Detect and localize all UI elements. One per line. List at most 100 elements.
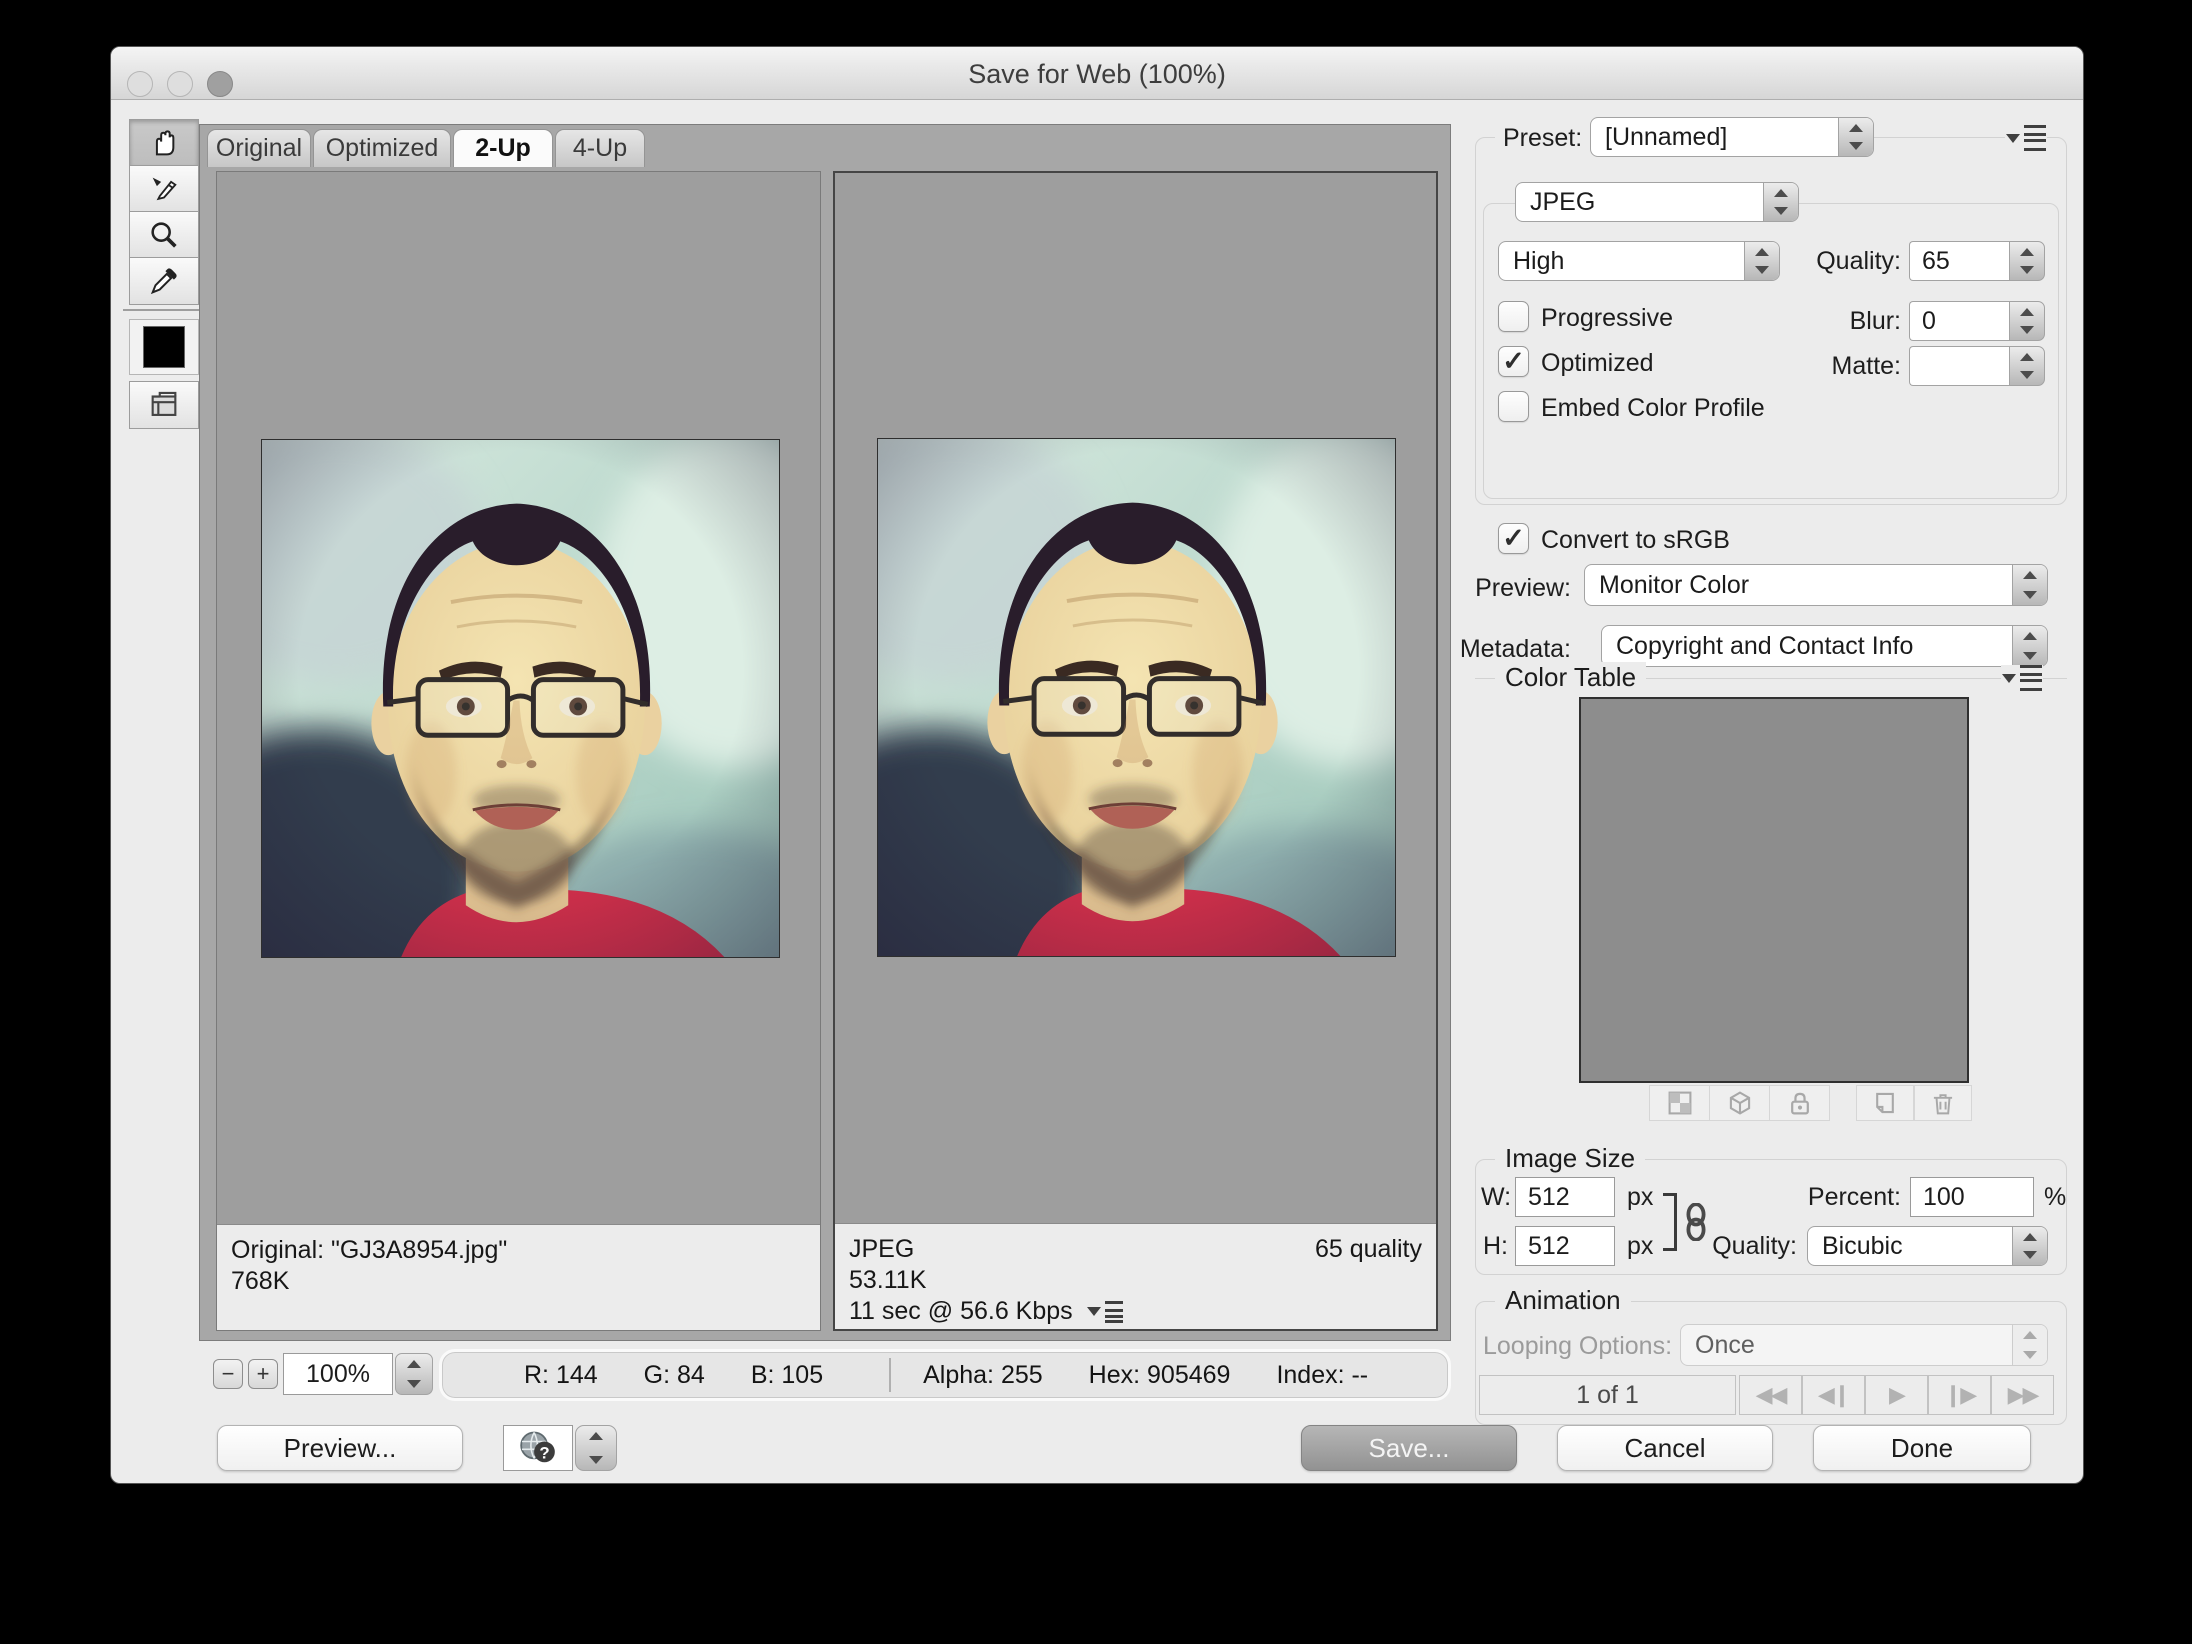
original-canvas[interactable] [217, 172, 820, 1224]
matte-stepper-field[interactable] [1909, 346, 2045, 386]
height-field[interactable]: 512 [1515, 1226, 1615, 1266]
percent-unit: % [2044, 1183, 2066, 1212]
preview-button-label: Preview... [284, 1433, 397, 1464]
stepper-arrows-icon [575, 1425, 617, 1471]
eyedropper-tool-button[interactable] [129, 257, 199, 305]
cancel-button-label: Cancel [1625, 1433, 1706, 1464]
previous-frame-button[interactable]: ◀❙ [1802, 1375, 1865, 1415]
done-button[interactable]: Done [1813, 1425, 2031, 1471]
map-transparency-button[interactable] [1649, 1085, 1710, 1121]
width-field[interactable]: 512 [1515, 1177, 1615, 1217]
matte-label: Matte: [1751, 352, 1901, 381]
preview-mode-dropdown[interactable]: Monitor Color [1584, 564, 2048, 606]
original-preview-pane[interactable]: Original: "GJ3A8954.jpg" 768K [216, 171, 821, 1331]
convert-srgb-checkbox[interactable]: ✓ [1498, 523, 1529, 554]
optimized-preview-pane[interactable]: JPEG 65 quality 53.11K 11 sec @ 56.6 Kbp… [833, 171, 1438, 1331]
quality-stepper-field[interactable]: 65 [1909, 241, 2045, 281]
optimized-canvas[interactable] [835, 173, 1436, 1223]
metadata-dropdown[interactable]: Copyright and Contact Info [1601, 625, 2048, 667]
optimized-checkbox[interactable]: ✓ [1498, 346, 1529, 377]
plus-glyph: + [257, 1361, 270, 1387]
metadata-value: Copyright and Contact Info [1602, 626, 2012, 666]
percent-value: 100 [1923, 1183, 1965, 1212]
original-filesize: 768K [231, 1266, 806, 1297]
zoom-in-button[interactable]: + [248, 1359, 278, 1389]
next-frame-button[interactable]: ❙▶ [1928, 1375, 1991, 1415]
resample-quality-label: Quality: [1667, 1232, 1797, 1261]
optimized-download-time: 11 sec @ 56.6 Kbps [849, 1296, 1073, 1327]
new-color-button[interactable] [1856, 1085, 1914, 1121]
web-shift-color-button[interactable] [1709, 1085, 1770, 1121]
cancel-button[interactable]: Cancel [1557, 1425, 1773, 1471]
tab-original[interactable]: Original [207, 129, 311, 167]
save-for-web-window: Save for Web (100%) [110, 46, 2084, 1484]
color-table-swatches[interactable] [1579, 697, 1969, 1083]
zoom-level-stepper[interactable] [395, 1353, 431, 1395]
hand-tool-button[interactable] [129, 119, 199, 167]
readout-green: G: 84 [644, 1361, 705, 1390]
download-speed-menu-icon[interactable] [1087, 1301, 1123, 1323]
eyedropper-color-swatch[interactable] [129, 319, 199, 375]
browser-globe-icon: ? [516, 1429, 560, 1467]
height-value: 512 [1528, 1232, 1570, 1261]
compression-dropdown[interactable]: High [1498, 241, 1780, 281]
preset-dropdown[interactable]: [Unnamed] [1590, 117, 1874, 157]
progressive-checkbox[interactable] [1498, 301, 1529, 332]
tab-optimized[interactable]: Optimized [313, 129, 451, 167]
quality-label: Quality: [1751, 247, 1901, 276]
play-button[interactable]: ▶ [1865, 1375, 1928, 1415]
lock-icon [1787, 1090, 1813, 1116]
zoom-out-button[interactable]: − [213, 1359, 243, 1389]
preview-mode-label: Preview: [1441, 574, 1571, 603]
frame-counter-value: 1 of 1 [1576, 1381, 1639, 1410]
svg-text:?: ? [539, 1443, 549, 1462]
optimized-quality-note: 65 quality [1315, 1234, 1422, 1265]
preset-value: [Unnamed] [1591, 118, 1838, 156]
tab-4up-label: 4-Up [573, 134, 627, 163]
width-value: 512 [1528, 1183, 1570, 1212]
color-table-panel-menu-icon[interactable] [2001, 665, 2043, 691]
first-frame-button[interactable]: ◀◀ [1739, 1375, 1802, 1415]
slice-select-tool-button[interactable] [129, 165, 199, 213]
percent-field[interactable]: 100 [1910, 1177, 2034, 1217]
embed-color-profile-label: Embed Color Profile [1541, 394, 1765, 423]
previous-frame-icon: ◀❙ [1818, 1382, 1849, 1408]
lock-color-button[interactable] [1769, 1085, 1830, 1121]
progressive-label: Progressive [1541, 304, 1673, 333]
original-info-bar: Original: "GJ3A8954.jpg" 768K [217, 1224, 820, 1330]
toolbar-divider [123, 309, 203, 311]
blur-stepper-field[interactable]: 0 [1909, 301, 2045, 341]
zoom-level-field[interactable]: 100% [283, 1353, 393, 1395]
convert-srgb-label: Convert to sRGB [1541, 526, 1730, 555]
play-icon: ▶ [1889, 1382, 1904, 1408]
looping-options-dropdown[interactable]: Once [1680, 1324, 2048, 1366]
looping-options-label: Looping Options: [1483, 1332, 1672, 1361]
resample-quality-dropdown[interactable]: Bicubic [1807, 1226, 2048, 1266]
preview-in-browser-button[interactable]: Preview... [217, 1425, 463, 1471]
embed-color-profile-checkbox[interactable] [1498, 391, 1529, 422]
readout-hex: Hex: 905469 [1089, 1361, 1231, 1390]
save-button[interactable]: Save... [1301, 1425, 1517, 1471]
window-title: Save for Web (100%) [111, 59, 2083, 90]
animation-title: Animation [1495, 1285, 1631, 1316]
percent-label: Percent: [1751, 1183, 1901, 1212]
preset-panel-menu-icon[interactable] [2005, 125, 2047, 151]
original-portrait-photo [261, 439, 780, 958]
save-button-label: Save... [1369, 1433, 1450, 1464]
height-label: H: [1483, 1232, 1508, 1261]
transparency-checker-icon [1667, 1090, 1693, 1116]
browser-select-stepper[interactable] [575, 1425, 615, 1471]
browser-select-box[interactable]: ? [503, 1425, 573, 1471]
readout-blue: B: 105 [751, 1361, 823, 1390]
minus-glyph: − [222, 1361, 235, 1387]
tab-2up-label: 2-Up [475, 134, 531, 163]
zoom-tool-button[interactable] [129, 211, 199, 259]
format-dropdown[interactable]: JPEG [1515, 182, 1799, 222]
checkmark: ✓ [1502, 346, 1525, 377]
tab-4up[interactable]: 4-Up [555, 129, 645, 167]
toggle-slices-visibility-button[interactable] [129, 381, 199, 429]
tab-2up[interactable]: 2-Up [453, 129, 553, 167]
last-frame-button[interactable]: ▶▶ [1991, 1375, 2054, 1415]
delete-color-button[interactable] [1914, 1085, 1972, 1121]
stepper-arrows-icon [2009, 346, 2045, 386]
